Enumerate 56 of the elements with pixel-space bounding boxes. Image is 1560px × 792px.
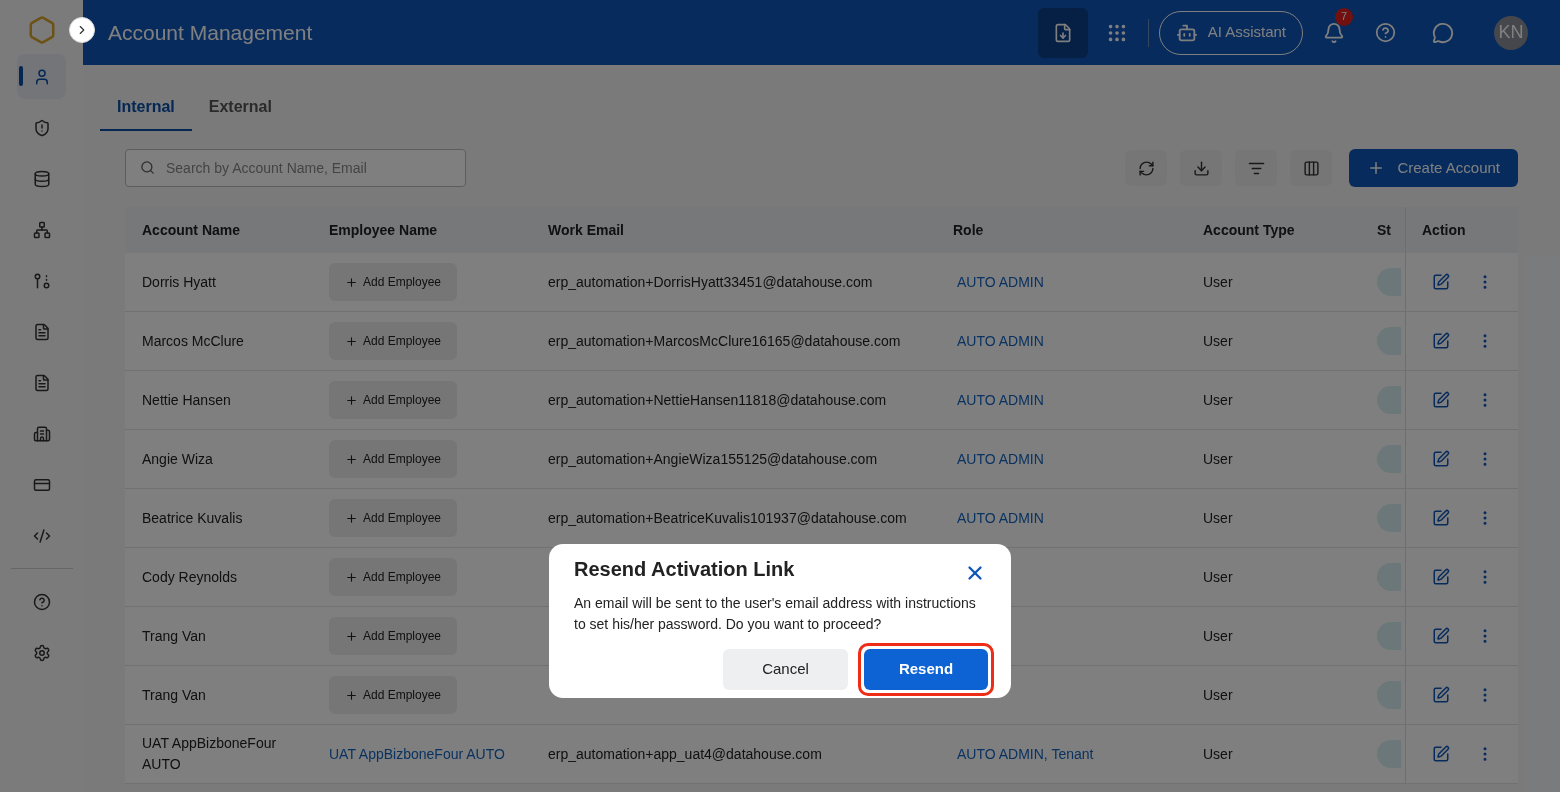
resend-button[interactable]: Resend <box>864 649 988 690</box>
account-type: User <box>1203 568 1233 585</box>
account-type: User <box>1203 509 1233 526</box>
search-field[interactable]: Search by Account Name, Email <box>125 149 466 187</box>
account-name: Trang Van <box>142 686 206 703</box>
add-employee-button[interactable]: Add Employee <box>329 499 458 537</box>
work-email: erp_automation+NettieHansen11818@datahouse.com <box>548 391 887 408</box>
account-name: Nettie Hansen <box>142 391 231 408</box>
account-name: Beatrice Kuvalis <box>142 509 243 526</box>
account-type: User <box>1203 627 1233 644</box>
work-email: erp_automation+MarcosMcClure16165@datahouse.com <box>548 332 901 349</box>
column-header: Action <box>1422 220 1466 240</box>
role-link[interactable]: AUTO ADMIN <box>957 391 1044 408</box>
column-header: St <box>1377 220 1391 240</box>
column-header: Role <box>953 220 984 240</box>
cancel-button[interactable]: Cancel <box>723 649 848 690</box>
add-employee-button[interactable]: Add Employee <box>329 558 458 596</box>
page-title: Account Management <box>108 19 314 46</box>
account-name: Dorris Hyatt <box>142 273 216 290</box>
employee-link[interactable]: UAT AppBizboneFour AUTO <box>329 745 505 762</box>
account-name: Marcos McClure <box>142 332 244 349</box>
work-email: erp_automation+BeatriceKuvalis101937@datahouse.com <box>548 509 907 526</box>
notification-badge: 7 <box>1335 7 1353 26</box>
role-link[interactable]: AUTO ADMIN <box>957 332 1044 349</box>
account-type: User <box>1203 391 1233 408</box>
role-link[interactable]: AUTO ADMIN <box>957 273 1044 290</box>
account-name: UAT AppBizboneFour AUTO <box>142 735 277 772</box>
column-header: Account Type <box>1203 220 1295 240</box>
column-header: Work Email <box>548 220 624 240</box>
account-type: User <box>1203 450 1233 467</box>
add-employee-button[interactable]: Add Employee <box>329 381 458 419</box>
role-link[interactable]: AUTO ADMIN, Tenant <box>957 745 1094 762</box>
dialog-title: Resend Activation Link <box>574 557 795 582</box>
work-email: erp_automation+app_uat4@datahouse.com <box>548 745 822 762</box>
tab[interactable]: External <box>191 85 289 131</box>
account-name: Trang Van <box>142 627 206 644</box>
column-header: Account Name <box>142 220 241 240</box>
tab[interactable]: Internal <box>100 85 192 131</box>
add-employee-button[interactable]: Add Employee <box>329 440 458 478</box>
add-employee-button[interactable]: Add Employee <box>329 322 458 360</box>
work-email: erp_automation+DorrisHyatt33451@datahouse.com <box>548 273 873 290</box>
role-link[interactable]: AUTO ADMIN <box>957 509 1044 526</box>
work-email: erp_automation+AngieWiza155125@datahouse.com <box>548 450 878 467</box>
account-type: User <box>1203 273 1233 290</box>
account-name: Angie Wiza <box>142 450 213 467</box>
create-account-button[interactable]: Create Account <box>1349 149 1518 187</box>
add-employee-button[interactable]: Add Employee <box>329 676 458 714</box>
account-name: Cody Reynolds <box>142 568 237 585</box>
account-type: User <box>1203 332 1233 349</box>
add-employee-button[interactable]: Add Employee <box>329 617 458 655</box>
role-link[interactable]: AUTO ADMIN <box>957 450 1044 467</box>
add-employee-button[interactable]: Add Employee <box>329 263 458 301</box>
account-type: User <box>1203 686 1233 703</box>
account-type: User <box>1203 745 1233 762</box>
column-header: Employee Name <box>329 220 438 240</box>
dialog-message: An email will be sent to the user's email address with instructions to set his/her password. Do you want to proceed? <box>574 594 977 634</box>
